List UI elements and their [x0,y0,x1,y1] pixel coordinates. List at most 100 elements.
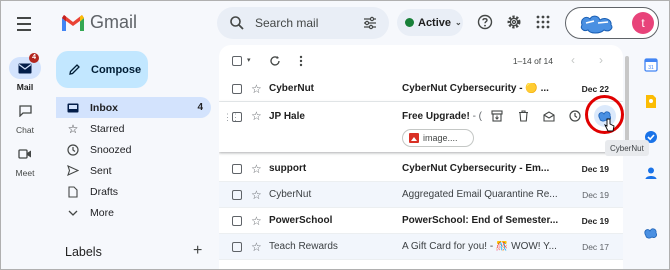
more-vert-icon[interactable] [299,55,303,67]
compose-button[interactable]: Compose [56,51,148,88]
email-row-hovered[interactable]: ⋮⋮ ☆ JP Hale Free Upgrade! - ( image.... [219,102,623,152]
star-icon[interactable]: ☆ [251,214,262,228]
status-button[interactable]: Active ⌄ [397,9,463,36]
nav-item-label: Starred [90,122,125,135]
calendar-icon[interactable]: 31 [643,57,659,73]
email-date: Dec 17 [582,241,609,252]
email-list-panel: ▾ 1–14 of 14 ‹ › ☆ CyberNut CyberNut Cyb… [219,45,623,269]
star-icon[interactable]: ☆ [251,240,262,254]
refresh-icon[interactable] [269,55,281,67]
row-checkbox[interactable] [232,163,242,174]
search-bar[interactable]: Search mail [217,7,389,39]
email-sender: Teach Rewards [269,241,338,252]
row-checkbox[interactable] [232,112,242,122]
attachment-name: image.... [423,133,458,143]
row-checkbox[interactable] [232,83,242,94]
row-checkbox[interactable] [232,189,242,200]
cybernut-addon-icon[interactable] [643,225,659,241]
star-icon: ☆ [67,121,79,136]
tooltip: CyberNut [605,140,649,156]
nav-item-inbox[interactable]: Inbox 4 [56,97,211,118]
search-icon[interactable] [229,15,245,31]
attachment-chip[interactable]: image.... [402,129,474,147]
search-options-icon[interactable] [363,16,377,30]
nav-item-sent[interactable]: Sent [56,160,211,181]
email-date: Dec 19 [582,189,609,200]
prev-page-icon[interactable]: ‹ [571,53,575,67]
email-subject: Free Upgrade! [402,111,470,122]
row-checkbox[interactable] [232,241,242,252]
email-subject: PowerSchool: End of Semester... [402,215,559,226]
nav-item-label: Sent [90,164,112,177]
add-label-button[interactable]: + [193,242,202,260]
email-row[interactable]: ☆ CyberNut Aggregated Email Quarantine R… [219,182,623,208]
nav-item-count: 4 [197,102,203,113]
app-rail: 4 Mail Chat Meet [1,1,49,269]
trash-icon[interactable] [515,108,531,124]
rail-chat[interactable]: Chat [1,100,49,135]
email-snippet: - ( [469,111,483,122]
account-button[interactable]: t [565,7,659,39]
folder-nav: Inbox 4 ☆ Starred Snoozed Sent Drafts Mo… [56,97,211,223]
compose-label: Compose [91,63,142,76]
labels-heading: Labels [65,245,102,259]
nav-item-label: More [90,206,114,219]
nav-item-snoozed[interactable]: Snoozed [56,139,211,160]
email-date: Dec 19 [581,163,609,174]
side-panel: 31 [631,45,669,269]
email-row[interactable]: ☆ support CyberNut Cybersecurity - Em...… [219,156,623,182]
pointer-cursor-icon [604,118,615,132]
chevron-down-icon: ⌄ [455,18,462,27]
draft-icon [66,185,80,198]
email-subject: CyberNut Cybersecurity - Em... [402,163,550,174]
avatar: t [632,12,654,34]
archive-icon[interactable] [489,108,505,124]
nav-item-starred[interactable]: ☆ Starred [56,118,211,139]
email-subject: CyberNut Cybersecurity - 🟡 ... [402,83,549,94]
email-sender: support [269,163,307,174]
status-label: Active [418,16,452,29]
star-icon[interactable]: ☆ [251,162,262,176]
chat-icon [9,100,41,122]
gmail-logo[interactable]: Gmail [61,12,137,33]
gmail-wordmark: Gmail [90,12,138,32]
search-input[interactable]: Search mail [255,16,363,30]
nav-item-more[interactable]: More [56,202,211,223]
email-sender: JP Hale [269,111,305,122]
nav-item-drafts[interactable]: Drafts [56,181,211,202]
rail-mail-label: Mail [16,82,34,92]
keep-icon[interactable] [643,93,659,109]
email-sender: CyberNut [269,189,312,200]
inbox-icon [66,103,80,113]
scrollbar[interactable] [625,56,629,151]
snooze-icon[interactable] [567,108,583,124]
row-checkbox[interactable] [232,215,242,226]
email-sender: CyberNut [269,83,315,94]
mail-icon: 4 [9,53,41,79]
star-icon[interactable]: ☆ [251,82,262,96]
email-subject-wrap: Free Upgrade! - ( [402,111,482,122]
cybernut-squirrel-logo [580,15,613,34]
hamburger-line [17,17,31,19]
star-icon[interactable]: ☆ [251,109,262,123]
mark-read-icon[interactable] [541,108,557,124]
gear-icon[interactable] [506,14,522,30]
rail-mail[interactable]: 4 Mail [1,53,49,92]
pencil-icon [69,64,80,75]
email-row[interactable]: ☆ PowerSchool PowerSchool: End of Semest… [219,208,623,234]
chevron-down-icon [66,210,80,216]
rail-meet[interactable]: Meet [1,143,49,178]
nav-item-label: Inbox [90,101,118,114]
email-row[interactable]: ☆ Teach Rewards A Gift Card for you! - 🎊… [219,234,623,260]
apps-grid-icon[interactable] [535,14,551,30]
help-icon[interactable] [477,14,493,30]
main-menu-button[interactable] [13,13,35,35]
select-all-checkbox[interactable] [232,56,242,66]
contacts-icon[interactable] [643,165,659,181]
email-date: Dec 19 [581,215,609,226]
email-row[interactable]: ☆ CyberNut CyberNut Cybersecurity - 🟡 ..… [219,76,623,102]
send-icon [66,165,80,176]
star-icon[interactable]: ☆ [251,188,262,202]
next-page-icon[interactable]: › [599,53,603,67]
select-dropdown-icon[interactable]: ▾ [247,56,251,64]
